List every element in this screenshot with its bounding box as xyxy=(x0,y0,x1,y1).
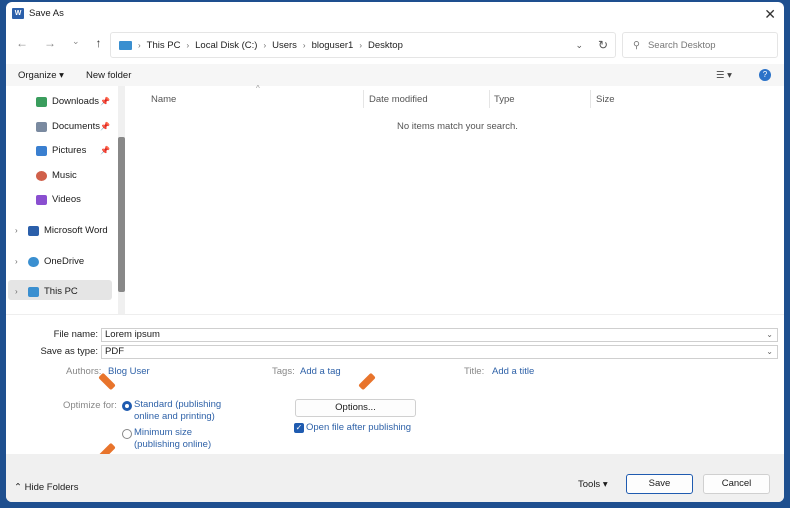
dialog-footer: ⌃ Hide Folders Tools ▾ Save Cancel xyxy=(6,454,784,502)
expand-chevron-icon[interactable]: › xyxy=(15,257,18,266)
breadcrumb-local-disk[interactable]: Local Disk (C:) xyxy=(195,40,257,51)
column-name[interactable]: Name xyxy=(151,94,176,105)
sidebar-item-microsoft-word[interactable]: Microsoft Word xyxy=(28,225,108,236)
minimum-label-line1[interactable]: Minimum size xyxy=(134,427,192,438)
organize-button[interactable]: Organize ▾ xyxy=(18,70,64,81)
download-icon xyxy=(36,96,47,107)
close-button[interactable]: ✕ xyxy=(764,6,776,23)
sidebar-item-documents[interactable]: Documents xyxy=(36,121,100,132)
chevron-down-icon[interactable]: ⌄ xyxy=(766,346,773,358)
radio-minimum-size[interactable] xyxy=(122,429,132,439)
view-options-icon[interactable]: ☰ ▾ xyxy=(716,70,732,81)
standard-label-line1[interactable]: Standard (publishing xyxy=(134,399,221,410)
sidebar-item-pictures[interactable]: Pictures xyxy=(36,145,86,156)
help-icon[interactable]: ? xyxy=(759,69,771,81)
sidebar-item-downloads[interactable]: Downloads xyxy=(36,96,99,107)
expand-chevron-icon[interactable]: › xyxy=(15,226,18,235)
save-button[interactable]: Save xyxy=(626,474,693,494)
column-size[interactable]: Size xyxy=(596,94,614,105)
this-pc-icon xyxy=(28,286,39,297)
music-icon xyxy=(36,170,47,181)
pin-icon: 📌 xyxy=(100,122,110,131)
address-dropdown-icon[interactable]: ⌄ xyxy=(575,40,583,51)
file-name-label: File name: xyxy=(53,329,98,340)
window-title: Save As xyxy=(29,8,64,19)
nav-buttons: ← → ⌄ ↑ xyxy=(16,36,102,50)
pictures-icon xyxy=(36,145,47,156)
optimize-for-label: Optimize for: xyxy=(63,400,117,411)
sidebar-label: Documents xyxy=(52,121,101,132)
chevron-down-icon[interactable]: ⌄ xyxy=(766,329,773,341)
search-placeholder: Search Desktop xyxy=(647,39,716,51)
tags-field[interactable]: Add a tag xyxy=(300,366,341,377)
save-as-type-select[interactable]: PDF ⌄ xyxy=(101,345,778,359)
file-name-value: Lorem ipsum xyxy=(105,329,160,340)
radio-standard[interactable] xyxy=(122,401,132,411)
sidebar-item-music[interactable]: Music xyxy=(36,170,77,181)
minimum-label-line2[interactable]: (publishing online) xyxy=(134,439,211,450)
tools-label: Tools xyxy=(578,479,601,490)
pin-icon: 📌 xyxy=(100,146,110,155)
open-after-checkbox[interactable]: ✓ xyxy=(294,423,304,433)
standard-label-line2[interactable]: online and printing) xyxy=(134,411,215,422)
annotation-arrow xyxy=(358,372,376,391)
expand-chevron-icon[interactable]: › xyxy=(15,287,18,296)
sidebar-item-this-pc[interactable]: This PC xyxy=(28,286,78,297)
address-bar[interactable]: › This PC › Local Disk (C:) › Users › blogus… xyxy=(110,32,616,58)
sidebar-item-onedrive[interactable]: OneDrive xyxy=(28,256,84,267)
hide-folders-button[interactable]: ⌃ Hide Folders xyxy=(14,482,78,493)
scrollbar-thumb[interactable] xyxy=(118,137,125,292)
breadcrumb-bloguser1[interactable]: bloguser1 xyxy=(312,40,354,51)
save-as-dialog: W Save As ✕ ← → ⌄ ↑ › This PC › Local Disk… xyxy=(6,2,784,502)
cancel-button[interactable]: Cancel xyxy=(703,474,770,494)
forward-button[interactable]: → xyxy=(44,36,56,50)
save-as-type-label: Save as type: xyxy=(40,346,98,357)
documents-icon xyxy=(36,121,47,132)
title-bar: W Save As xyxy=(12,8,64,19)
onedrive-icon xyxy=(28,256,39,267)
word-app-icon: W xyxy=(12,8,24,19)
toolbar: Organize ▾ New folder ☰ ▾ ? xyxy=(6,64,784,86)
word-icon xyxy=(28,225,39,236)
sidebar-label: This PC xyxy=(44,286,78,297)
column-date-modified[interactable]: Date modified xyxy=(369,94,428,105)
up-button[interactable]: ↑ xyxy=(96,36,102,50)
sidebar-label: Downloads xyxy=(52,96,99,107)
this-pc-icon xyxy=(119,40,132,50)
file-list: ^ Name Date modified Type Size No items … xyxy=(126,84,784,314)
sidebar-label: OneDrive xyxy=(44,256,85,267)
sidebar-label: Videos xyxy=(52,194,81,205)
hide-folders-label: Hide Folders xyxy=(24,482,79,493)
options-button[interactable]: Options... xyxy=(295,399,416,417)
open-after-label[interactable]: Open file after publishing xyxy=(306,422,411,433)
recent-locations-button[interactable]: ⌄ xyxy=(72,36,80,50)
sidebar-label: Microsoft Word xyxy=(44,225,108,236)
save-options-form: File name: Lorem ipsum ⌄ Save as type: PD… xyxy=(6,314,784,461)
authors-field[interactable]: Blog User xyxy=(108,366,150,377)
file-name-input[interactable]: Lorem ipsum ⌄ xyxy=(101,328,778,342)
sidebar-item-videos[interactable]: Videos xyxy=(36,194,81,205)
title-label: Title: xyxy=(464,366,485,377)
breadcrumb-users[interactable]: Users xyxy=(272,40,297,51)
refresh-icon[interactable]: ↻ xyxy=(598,38,608,52)
back-button[interactable]: ← xyxy=(16,36,28,50)
navigation-pane: Downloads 📌 Documents 📌 Pictures 📌 Music… xyxy=(6,86,118,314)
column-type[interactable]: Type xyxy=(494,94,515,105)
tags-label: Tags: xyxy=(272,366,295,377)
empty-message: No items match your search. xyxy=(397,121,518,132)
authors-label: Authors: xyxy=(66,366,102,377)
save-as-type-value: PDF xyxy=(105,346,124,357)
tools-button[interactable]: Tools ▾ xyxy=(578,479,608,490)
pin-icon: 📌 xyxy=(100,97,110,106)
breadcrumb-desktop[interactable]: Desktop xyxy=(368,40,403,51)
sidebar-label: Music xyxy=(52,170,77,181)
new-folder-button[interactable]: New folder xyxy=(86,70,131,81)
search-icon: ⚲ xyxy=(633,39,640,51)
sort-caret-icon: ^ xyxy=(256,84,260,93)
sidebar-label: Pictures xyxy=(52,145,87,156)
breadcrumb-this-pc[interactable]: This PC xyxy=(147,40,181,51)
title-field[interactable]: Add a title xyxy=(492,366,534,377)
videos-icon xyxy=(36,194,47,205)
search-input[interactable]: ⚲ Search Desktop xyxy=(622,32,778,58)
